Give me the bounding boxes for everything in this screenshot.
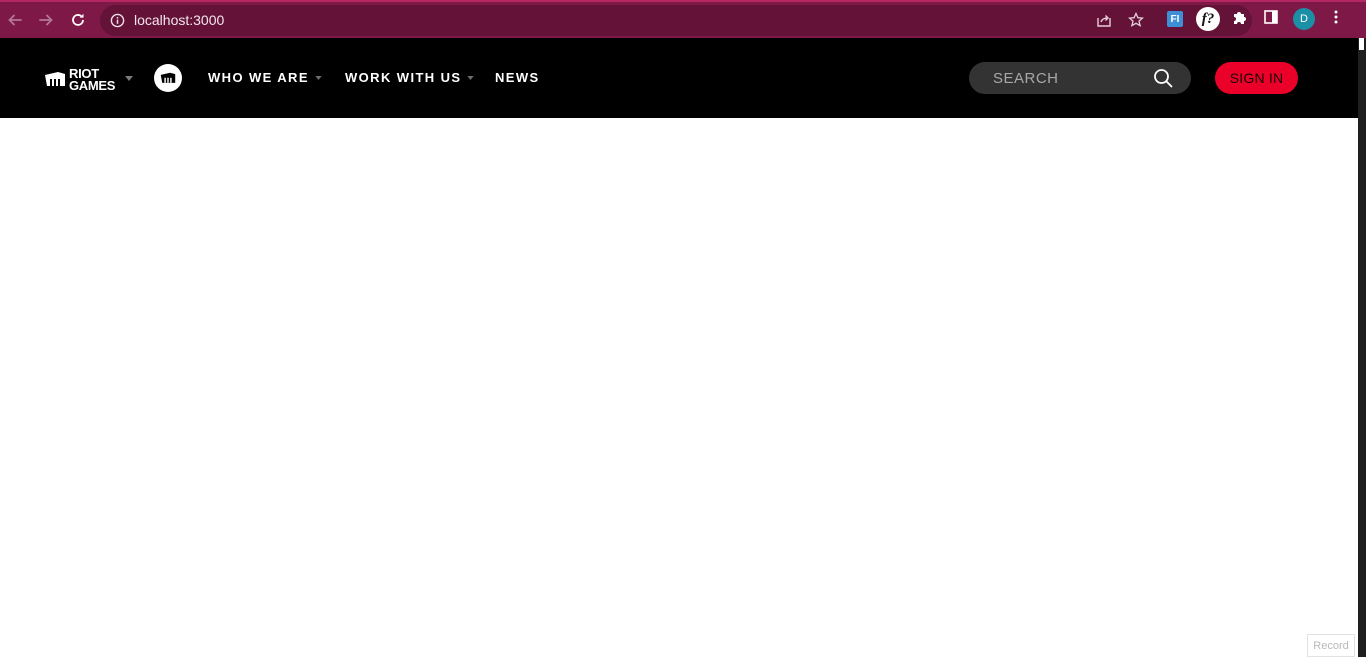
nav-who-we-are[interactable]: WHO WE ARE [208,70,322,85]
riot-fist-icon [45,72,65,86]
browser-menu-button[interactable] [1328,9,1344,25]
menu-dots-icon [1334,10,1338,24]
record-button[interactable]: Record [1307,634,1355,657]
profile-button[interactable]: D [1293,8,1315,30]
puzzle-icon [1234,12,1246,24]
chevron-down-icon[interactable] [125,76,133,81]
riot-games-logo[interactable]: RIOT GAMES [44,67,116,93]
sign-in-button[interactable]: SIGN IN [1215,62,1298,94]
search-icon[interactable] [1153,68,1173,88]
chevron-down-icon [467,75,475,80]
scrollbar-thumb[interactable] [1359,38,1364,50]
back-button[interactable] [3,8,27,32]
address-bar[interactable]: localhost:3000 [100,5,1252,36]
browser-toolbar: localhost:3000 FI f? D [0,0,1366,38]
search-input[interactable] [993,69,1143,87]
reload-icon [72,13,84,26]
url-text[interactable]: localhost:3000 [134,12,224,28]
nav-work-with-us[interactable]: WORK WITH US [345,70,475,85]
nav-label: WHO WE ARE [208,70,309,85]
site-header: RIOT GAMES WHO WE ARE WORK WITH US NEWS … [0,38,1358,118]
sidepanel-icon [1264,10,1278,24]
nav-label: NEWS [495,70,540,85]
share-icon[interactable] [1096,12,1112,28]
chevron-down-icon [315,75,322,80]
back-icon [8,14,22,26]
avatar: D [1293,8,1315,30]
info-icon[interactable] [110,13,125,28]
extension-fi-button[interactable]: FI [1167,11,1183,27]
nav-news[interactable]: NEWS [495,70,540,85]
forward-icon [39,14,53,26]
side-panel-button[interactable] [1263,9,1279,25]
logo-line-games: GAMES [69,78,116,93]
riot-client-button[interactable] [154,64,182,92]
forward-button[interactable] [34,8,58,32]
nav-label: WORK WITH US [345,70,462,85]
extensions-button[interactable] [1231,9,1249,27]
reload-button[interactable] [66,8,90,32]
star-icon[interactable] [1128,12,1144,28]
page-scrollbar[interactable] [1358,38,1366,657]
fi-icon: FI [1167,11,1183,27]
riot-fist-icon [160,72,176,83]
search-box[interactable] [969,62,1191,94]
extension-f-button[interactable]: f? [1196,7,1220,31]
f-icon: f? [1196,7,1220,31]
